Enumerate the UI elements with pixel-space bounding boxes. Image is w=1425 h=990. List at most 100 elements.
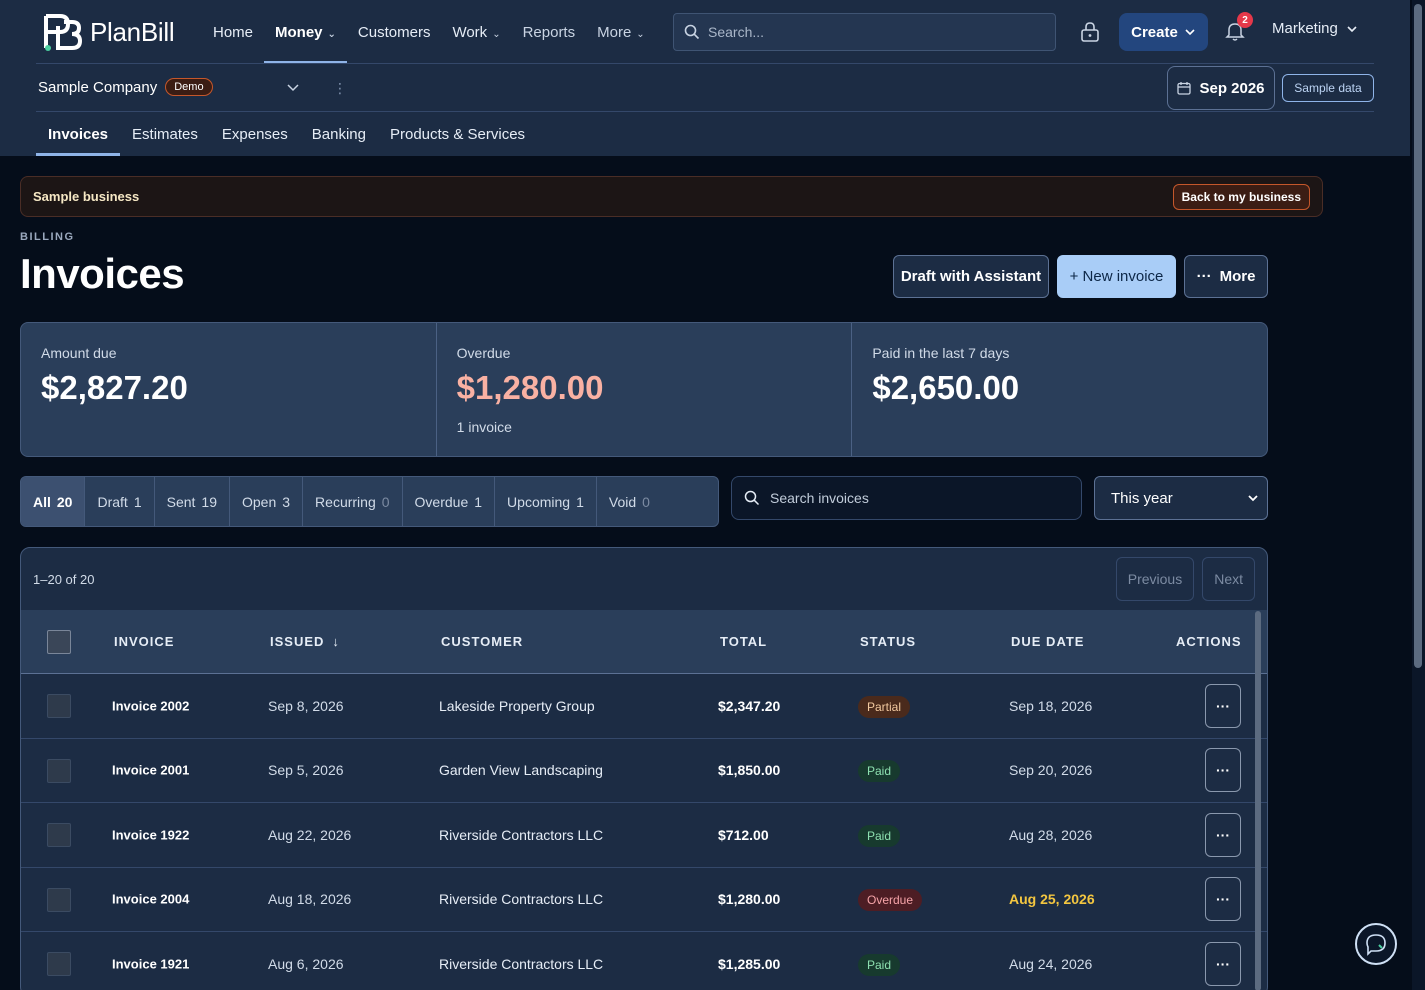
invoice-search[interactable] [731,476,1082,520]
customer-name: Riverside Contractors LLC [439,955,604,972]
invoice-total: $1,850.00 [718,762,781,779]
invoice-number[interactable]: Invoice 2002 [112,698,189,713]
issued-date: Aug 18, 2026 [268,891,352,908]
filter-tab-count: 1 [576,493,584,510]
column-header-customer[interactable]: CUSTOMER [441,634,523,649]
table-row[interactable]: Invoice 1921 Aug 6, 2026 Riverside Contrac… [21,932,1267,990]
column-header-issued[interactable]: ISSUED ↓ [270,634,340,649]
nav-link-money[interactable]: Money ⌄ [264,0,347,64]
draft-with-assistant-button[interactable]: Draft with Assistant [893,255,1049,298]
column-header-invoice[interactable]: INVOICE [114,634,174,649]
row-actions-button[interactable]: ··· [1205,877,1241,922]
table-row[interactable]: Invoice 2001 Sep 5, 2026 Garden View Lands… [21,739,1267,803]
create-button[interactable]: Create [1119,13,1208,51]
issued-date: Sep 8, 2026 [268,697,344,714]
row-actions-button[interactable]: ··· [1205,941,1241,986]
filter-tab-overdue[interactable]: Overdue 1 [403,477,496,526]
filter-tab-open[interactable]: Open 3 [230,477,304,526]
column-header-status[interactable]: STATUS [860,634,916,649]
row-select-checkbox[interactable] [47,758,71,783]
next-page-button[interactable]: Next [1202,557,1255,601]
chevron-down-icon[interactable] [286,80,300,94]
customer-name: Lakeside Property Group [439,697,595,714]
chevron-down-icon: ⌄ [636,28,645,40]
table-header: INVOICE ISSUED ↓ CUSTOMER TOTAL STATUS D… [21,610,1267,674]
nav-link-customers[interactable]: Customers [347,0,442,64]
status-badge: Paid [858,760,901,783]
row-select-checkbox[interactable] [47,887,71,912]
invoices-table: 1–20 of 20 Previous Next INVOICE ISSUED … [20,547,1268,990]
row-select-checkbox[interactable] [47,694,71,718]
filter-tab-sent[interactable]: Sent 19 [155,477,230,526]
column-header-total[interactable]: TOTAL [720,634,767,649]
page-scrollbar[interactable] [1412,0,1425,990]
workspace-switcher[interactable]: Marketing [1272,20,1358,37]
row-select-checkbox[interactable] [47,823,71,847]
table-row[interactable]: Invoice 2002 Sep 8, 2026 Lakeside Property… [21,674,1267,739]
nav-link-more[interactable]: More ⌄ [586,0,656,64]
table-toolbar: 1–20 of 20 Previous Next [21,548,1267,610]
period-select[interactable]: This year [1094,476,1268,520]
filter-tab-upcoming[interactable]: Upcoming 1 [495,477,597,526]
lock-icon[interactable] [1080,21,1100,43]
banner-text: Sample business [33,189,140,204]
customer-name: Garden View Landscaping [439,762,603,779]
create-button-label: Create [1131,23,1178,41]
filter-tab-recurring[interactable]: Recurring 0 [303,477,403,526]
nav-link-work[interactable]: Work ⌄ [441,0,511,64]
row-actions-button[interactable]: ··· [1205,748,1241,793]
row-actions-button[interactable]: ··· [1205,683,1241,728]
invoice-number[interactable]: Invoice 2004 [112,892,189,907]
invoice-number[interactable]: Invoice 2001 [112,763,189,778]
issued-date: Aug 22, 2026 [268,826,352,843]
previous-page-button[interactable]: Previous [1115,557,1195,601]
row-select-checkbox[interactable] [47,952,71,976]
filter-tab-label: Recurring [315,493,376,510]
planbill-logo-icon [44,14,83,51]
company-selector[interactable]: Sample Company Demo [38,78,213,96]
subnav-tab-expenses[interactable]: Expenses [210,112,300,156]
status-cell: Overdue [858,889,923,912]
period-button[interactable]: Sep 2026 [1167,66,1275,110]
summary-card-overdue[interactable]: Overdue $1,280.00 1 invoice [437,323,853,456]
table-scrollbar[interactable] [1255,611,1261,990]
subnav-tab-products-services[interactable]: Products & Services [378,112,537,156]
assistant-chat-button[interactable] [1355,923,1397,965]
due-date: Aug 25, 2026 [1009,891,1095,908]
nav-link-reports[interactable]: Reports [512,0,587,64]
select-all-checkbox[interactable] [47,630,71,654]
new-invoice-button[interactable]: + New invoice [1057,255,1176,298]
filter-tab-draft[interactable]: Draft 1 [85,477,155,526]
invoice-number[interactable]: Invoice 1922 [112,827,189,842]
sample-data-button[interactable]: Sample data [1282,74,1374,102]
filter-tab-label: Overdue [414,493,469,510]
chevron-down-icon: ⌄ [492,28,501,40]
company-menu-icon[interactable]: ⋮ [333,80,347,97]
invoice-number[interactable]: Invoice 1921 [112,956,189,971]
invoice-search-input[interactable] [770,490,1070,506]
table-row[interactable]: Invoice 2004 Aug 18, 2026 Riverside Contra… [21,868,1267,932]
back-to-my-business-button[interactable]: Back to my business [1172,183,1310,210]
status-cell: Paid [858,760,901,783]
issued-date: Aug 6, 2026 [268,955,344,972]
main-nav-links: Home Money ⌄ Customers Work ⌄ Reports More ⌄ [202,0,656,64]
row-actions-button[interactable]: ··· [1205,812,1241,857]
nav-link-home[interactable]: Home [202,0,264,64]
global-search[interactable] [673,13,1056,51]
column-header-due-date[interactable]: DUE DATE [1011,634,1084,649]
page-scrollbar-thumb[interactable] [1414,4,1422,668]
chevron-down-icon [1248,495,1258,502]
table-row[interactable]: Invoice 1922 Aug 22, 2026 Riverside Contra… [21,803,1267,868]
filter-tab-all[interactable]: All 20 [21,477,86,526]
filter-tab-void[interactable]: Void 0 [597,477,662,526]
subnav-tab-estimates[interactable]: Estimates [120,112,210,156]
subnav-tab-invoices[interactable]: Invoices [36,112,121,156]
more-actions-button[interactable]: ··· More [1184,255,1268,298]
global-search-input[interactable] [708,24,1028,40]
summary-value: $1,280.00 [456,369,604,406]
due-date: Sep 20, 2026 [1009,762,1093,779]
subnav-tab-banking[interactable]: Banking [300,112,378,156]
summary-subtext: 1 invoice [456,419,512,435]
brand-logo[interactable]: PlanBill [42,12,175,52]
calendar-icon [1177,82,1192,95]
